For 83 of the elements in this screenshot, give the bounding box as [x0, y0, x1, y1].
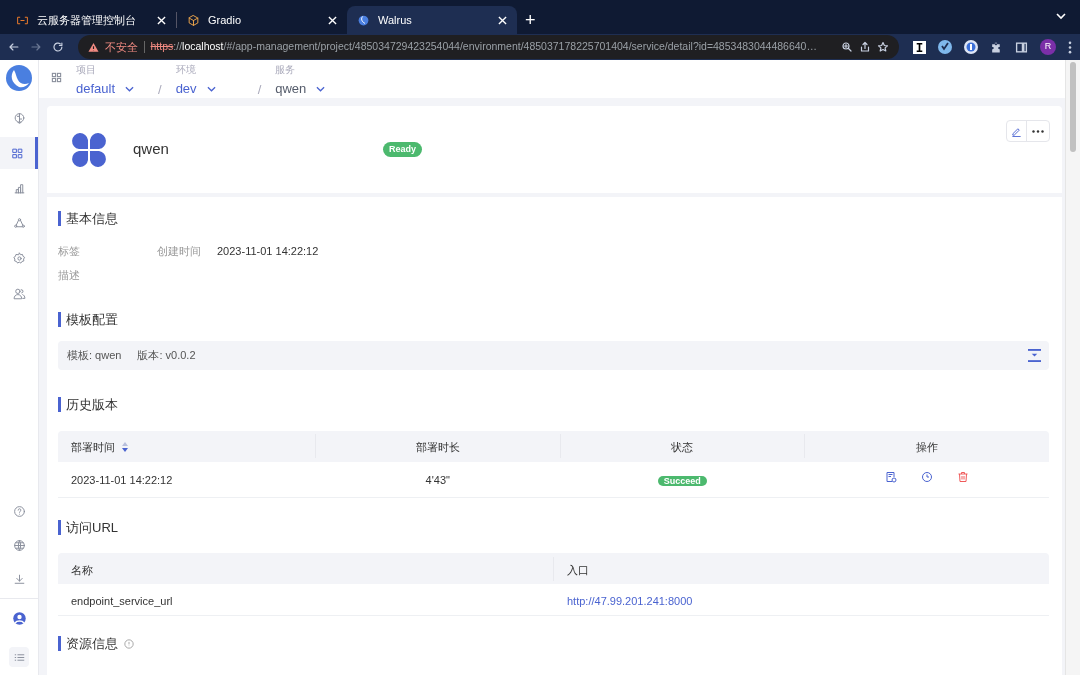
edit-icon [1011, 125, 1022, 137]
log-icon[interactable] [884, 471, 897, 483]
close-icon[interactable] [157, 15, 166, 25]
globe-logo-icon [357, 13, 370, 27]
users-icon [12, 286, 26, 300]
breadcrumb-separator: / [158, 81, 162, 99]
browser-tab[interactable]: Gradio [177, 6, 347, 34]
url-text: https://localhost/#/app-management/project/485034729423254044/environment/485037178225701404/service/detail?id=4853483044486640… [150, 39, 818, 55]
side-panel-icon[interactable] [1015, 40, 1028, 54]
section-title: 资源信息 [66, 635, 118, 653]
apps-icon[interactable] [51, 72, 62, 83]
menu-icon[interactable] [1068, 40, 1072, 54]
extension-icon[interactable] [938, 40, 952, 54]
new-tab-button[interactable]: + [517, 6, 544, 34]
settings-icon [12, 251, 26, 265]
field-label: 创建时间 [157, 243, 202, 259]
grid-icon [11, 146, 24, 160]
hexagon-icon [187, 13, 200, 27]
expand-icon[interactable] [1028, 349, 1041, 362]
endpoint-link[interactable]: http://47.99.201.241:8000 [567, 594, 693, 607]
nodes-icon [12, 216, 26, 230]
bar-chart-icon [12, 181, 26, 195]
app-logo[interactable] [5, 64, 33, 92]
forward-icon[interactable] [29, 41, 42, 53]
browser-tab[interactable]: Walrus [347, 6, 517, 34]
browser-tab[interactable]: 云服务器管理控制台 [6, 6, 176, 34]
column-header: 入口 [567, 563, 589, 576]
breadcrumb-dropdown[interactable]: qwen [275, 79, 344, 99]
service-name: qwen [133, 139, 170, 160]
reload-icon[interactable] [51, 41, 64, 53]
more-icon [1032, 129, 1044, 133]
status-badge: Succeed [657, 476, 707, 486]
password-manager-icon[interactable] [964, 40, 978, 54]
zoom-icon[interactable] [841, 41, 853, 53]
back-icon[interactable] [8, 41, 20, 53]
close-icon[interactable] [498, 15, 507, 25]
profile-avatar[interactable]: R [1040, 39, 1056, 55]
table-cell: 2023-11-01 14:22:12 [71, 474, 173, 486]
section-title: 基本信息 [66, 210, 118, 228]
breadcrumb-separator: / [257, 81, 262, 99]
column-header[interactable]: 部署时间 [71, 439, 128, 456]
warning-icon [87, 41, 99, 53]
sort-icon [122, 442, 128, 453]
template-info: 模板: qwen [67, 348, 122, 364]
clock-icon[interactable] [920, 471, 933, 483]
delete-icon[interactable] [956, 471, 969, 483]
share-icon[interactable] [859, 41, 871, 53]
table-cell: 4'43" [425, 474, 450, 486]
download-icon [12, 572, 26, 586]
close-icon[interactable] [328, 15, 337, 25]
section-title: 访问URL [66, 518, 118, 537]
help-icon [12, 504, 26, 518]
sidebar-item[interactable] [0, 137, 38, 169]
template-info: 版本: v0.0.2 [137, 348, 196, 364]
column-header: 名称 [71, 563, 93, 576]
security-label: 不安全 [104, 39, 138, 55]
column-header: 部署时长 [415, 440, 460, 455]
brain-icon [12, 111, 26, 125]
extension-icon[interactable] [913, 40, 926, 54]
breadcrumb-label: 环境 [175, 64, 197, 76]
breadcrumb-dropdown[interactable]: dev [175, 79, 244, 99]
breadcrumb-dropdown[interactable]: default [76, 79, 144, 99]
user-avatar-icon [11, 610, 27, 626]
chevron-down-icon [125, 85, 135, 92]
service-logo-icon [71, 131, 107, 168]
field-label: 标签 [58, 243, 81, 259]
breadcrumb-label: 服务 [275, 64, 297, 76]
section-title: 模板配置 [66, 310, 118, 329]
chevron-down-icon [316, 85, 326, 92]
chevron-down-icon [206, 85, 216, 92]
table-cell: endpoint_service_url [71, 594, 173, 607]
globe-icon [12, 538, 26, 552]
column-header: 状态 [671, 440, 694, 455]
section-title: 历史版本 [66, 396, 118, 414]
scrollbar[interactable] [1065, 60, 1080, 675]
address-bar[interactable]: 不安全 https://localhost/#/app-management/project/485034729423254044/environment/485037178225701404/service/detail?id=4853483044486640… [77, 35, 899, 59]
column-header: 操作 [916, 440, 939, 455]
field-label: 描述 [58, 268, 81, 283]
field-value: 2023-11-01 14:22:12 [217, 243, 319, 259]
status-badge: Ready [383, 142, 422, 157]
star-icon[interactable] [877, 41, 889, 53]
tab-list-icon[interactable] [1056, 13, 1066, 20]
breadcrumb-label: 项目 [76, 64, 97, 76]
